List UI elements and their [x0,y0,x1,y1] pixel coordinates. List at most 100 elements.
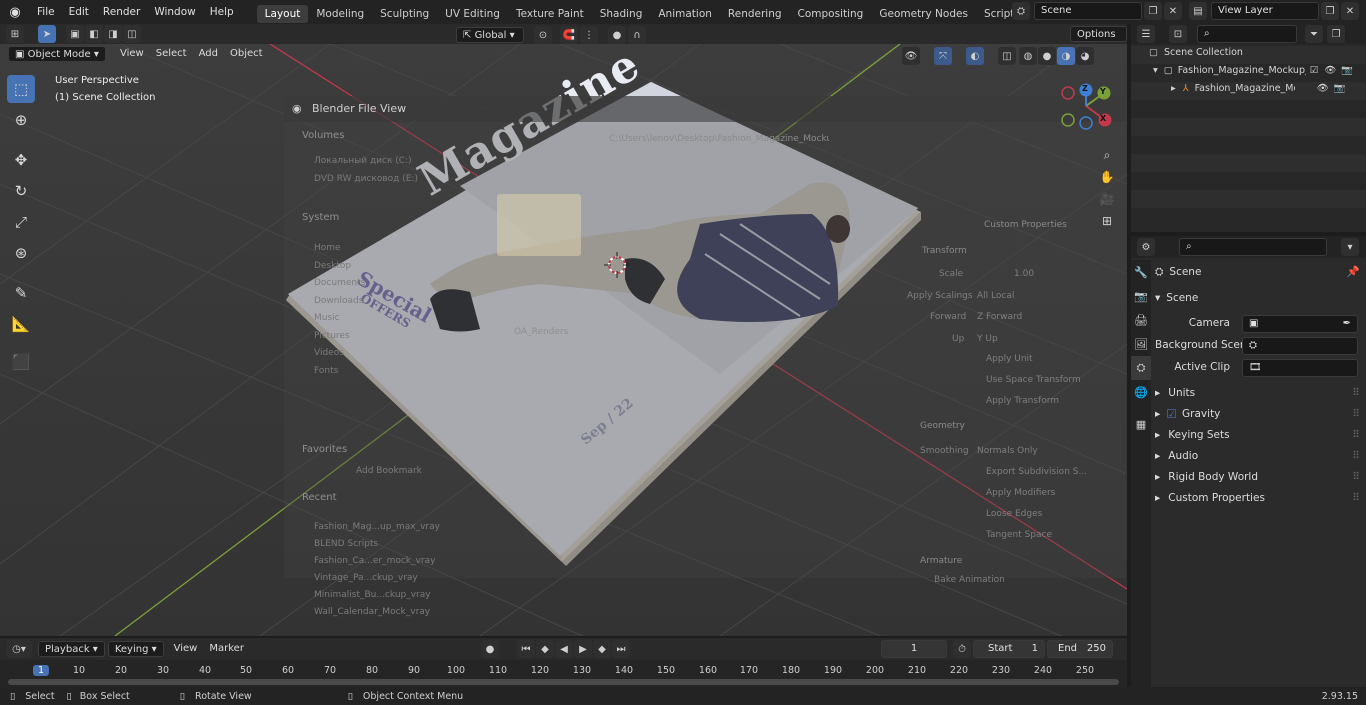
menu-help[interactable]: Help [203,0,241,24]
camera-field[interactable]: ▣ ✒ [1242,314,1358,333]
tab-texture-paint[interactable]: Texture Paint [508,5,592,23]
system-music[interactable]: Music [314,310,365,328]
use-space-transform-option[interactable]: Use Space Transform [986,375,1081,385]
apply-unit-option[interactable]: Apply Unit [986,354,1033,364]
tab-geometry-nodes[interactable]: Geometry Nodes [871,5,976,23]
scene-tab-icon[interactable]: ⛭ [1131,356,1151,380]
add-cube-tool-icon[interactable]: ⬛ [7,348,35,376]
transform-orientation-dropdown[interactable]: ⇱ Global ▾ [456,27,524,43]
add-bookmark-button[interactable]: Add Bookmark [356,466,422,476]
timeline-scrollbar[interactable] [8,679,1119,685]
panel-keying-sets[interactable]: ▸ Keying Sets ⠿ [1155,425,1360,446]
smoothing-value[interactable]: Normals Only [977,446,1038,456]
stopwatch-icon[interactable]: ⏱ [953,640,971,658]
3d-viewport[interactable]: Magazine Special OFFERS Sep / 22 Blender… [0,44,1127,636]
annotate-tool-icon[interactable]: ✎ [7,279,35,307]
delete-scene-icon[interactable]: ✕ [1164,2,1182,20]
eyedropper-icon[interactable]: ✒ [1343,316,1351,332]
system-pictures[interactable]: Pictures [314,328,365,346]
record-icon[interactable]: ● [481,640,499,658]
panel-gravity[interactable]: ▸ ☑ Gravity ⠿ [1155,404,1360,425]
expand-right-icon[interactable]: ▸ [1171,83,1176,94]
export-subdivision-option[interactable]: Export Subdivision S... [986,467,1087,477]
select-box-tool-icon[interactable]: ⬚ [7,75,35,103]
marker-menu[interactable]: Marker [203,641,250,657]
menu-render[interactable]: Render [96,0,147,24]
tool-tab-icon[interactable]: 🔧 [1131,260,1151,284]
material-shading-icon[interactable]: ◑ [1057,47,1075,65]
tab-compositing[interactable]: Compositing [790,5,872,23]
pivot-icon[interactable]: ⊙ [534,26,552,44]
menu-object[interactable]: Object [224,46,269,62]
select-tweak-icon[interactable]: ➤ [38,25,56,43]
next-keyframe-icon[interactable]: ◆ [593,640,611,658]
expand-down-icon[interactable]: ▾ [1153,65,1158,76]
drag-handle-icon[interactable]: ⠿ [1352,446,1360,467]
panel-audio[interactable]: ▸ Audio ⠿ [1155,446,1360,467]
panel-units[interactable]: ▸ Units ⠿ [1155,383,1360,404]
editor-type-icon[interactable]: ⊞ [6,25,24,43]
geometry-section[interactable]: Geometry [920,421,965,431]
visibility-icon[interactable]: 👁 [902,47,920,65]
falloff-icon[interactable]: ∩ [628,26,646,44]
keying-menu[interactable]: Keying ▾ [107,641,164,657]
properties-options-icon[interactable]: ▾ [1341,238,1359,256]
apply-transform-option[interactable]: Apply Transform [986,396,1059,406]
mode-dropdown[interactable]: ▣ Object Mode ▾ [8,46,106,62]
new-scene-icon[interactable]: ❐ [1144,2,1162,20]
recent-item[interactable]: Fashion_Mag...up_max_vray [314,519,440,536]
outliner-search-input[interactable]: ⌕ [1197,25,1297,43]
bake-animation-option[interactable]: Bake Animation [934,575,1005,585]
menu-select[interactable]: Select [150,46,193,62]
prev-keyframe-icon[interactable]: ◆ [536,640,554,658]
output-tab-icon[interactable]: 🖨 [1131,308,1151,332]
properties-search-input[interactable]: ⌕ [1179,238,1327,256]
outliner-item-object[interactable]: ▸ ⅄ Fashion_Magazine_Mock 👁 📷 [1171,83,1364,94]
snap-target-icon[interactable]: ⋮ [580,26,598,44]
transform-tool-icon[interactable]: ⊛ [7,239,35,267]
properties-editor-icon[interactable]: ⚙ [1137,238,1155,256]
snap-icon[interactable]: 🧲 [560,26,578,44]
scene-icon[interactable]: ⛭ [1012,2,1030,20]
gizmo-toggle-icon[interactable]: ⤧ [934,47,952,65]
display-mode-icon[interactable]: ⊡ [1169,25,1187,43]
apply-scalings-value[interactable]: All Local [977,291,1014,301]
eye-icon[interactable]: 👁 [1324,65,1336,76]
drag-handle-icon[interactable]: ⠿ [1352,488,1360,509]
scene-collection-row[interactable]: ▢ Scene Collection [1149,47,1243,58]
panel-rigid-body-world[interactable]: ▸ Rigid Body World ⠿ [1155,467,1360,488]
measure-tool-icon[interactable]: 📐 [7,310,35,338]
mode-extend-icon[interactable]: ◧ [85,25,103,43]
system-home[interactable]: Home [314,240,365,258]
drag-handle-icon[interactable]: ⠿ [1352,383,1360,404]
scene-field[interactable]: Scene [1034,2,1142,20]
mode-intersect-icon[interactable]: ◫ [123,25,141,43]
drag-handle-icon[interactable]: ⠿ [1352,404,1360,425]
armature-section[interactable]: Armature [920,556,962,566]
zoom-icon[interactable]: ⌕ [1098,146,1116,164]
tab-modeling[interactable]: Modeling [308,5,372,23]
camera-render-icon[interactable]: 📷 [1334,83,1346,94]
view-layer-field[interactable]: View Layer [1211,2,1319,20]
folder-icon[interactable] [497,194,581,256]
system-desktop[interactable]: Desktop [314,258,365,276]
pan-hand-icon[interactable]: ✋ [1098,168,1116,186]
volume-e[interactable]: DVD RW дисковод (E:) [314,174,418,184]
system-videos[interactable]: Videos [314,345,365,363]
gravity-checkbox-icon[interactable]: ☑ [1166,404,1177,425]
system-fonts[interactable]: Fonts [314,363,365,381]
play-reverse-icon[interactable]: ◀ [555,640,573,658]
pin-icon[interactable]: 📌 [1347,262,1360,283]
jump-end-icon[interactable]: ⏭ [612,640,630,658]
recent-item[interactable]: Minimalist_Bu...ckup_vray [314,587,440,604]
timeline-view-menu[interactable]: View [168,641,204,657]
apply-modifiers-option[interactable]: Apply Modifiers [986,488,1055,498]
recent-item[interactable]: Wall_Calendar_Mock_vray [314,604,440,621]
menu-file[interactable]: File [30,0,62,24]
timeline-scrubber[interactable]: 1 10 20 30 40 50 60 70 80 90 100 110 120… [0,660,1127,687]
panel-custom-properties[interactable]: ▸ Custom Properties ⠿ [1155,488,1360,509]
play-icon[interactable]: ▶ [574,640,592,658]
tab-layout[interactable]: Layout [256,4,309,23]
wireframe-shading-icon[interactable]: ◍ [1019,47,1037,65]
recent-item[interactable]: Vintage_Pa...ckup_vray [314,570,440,587]
